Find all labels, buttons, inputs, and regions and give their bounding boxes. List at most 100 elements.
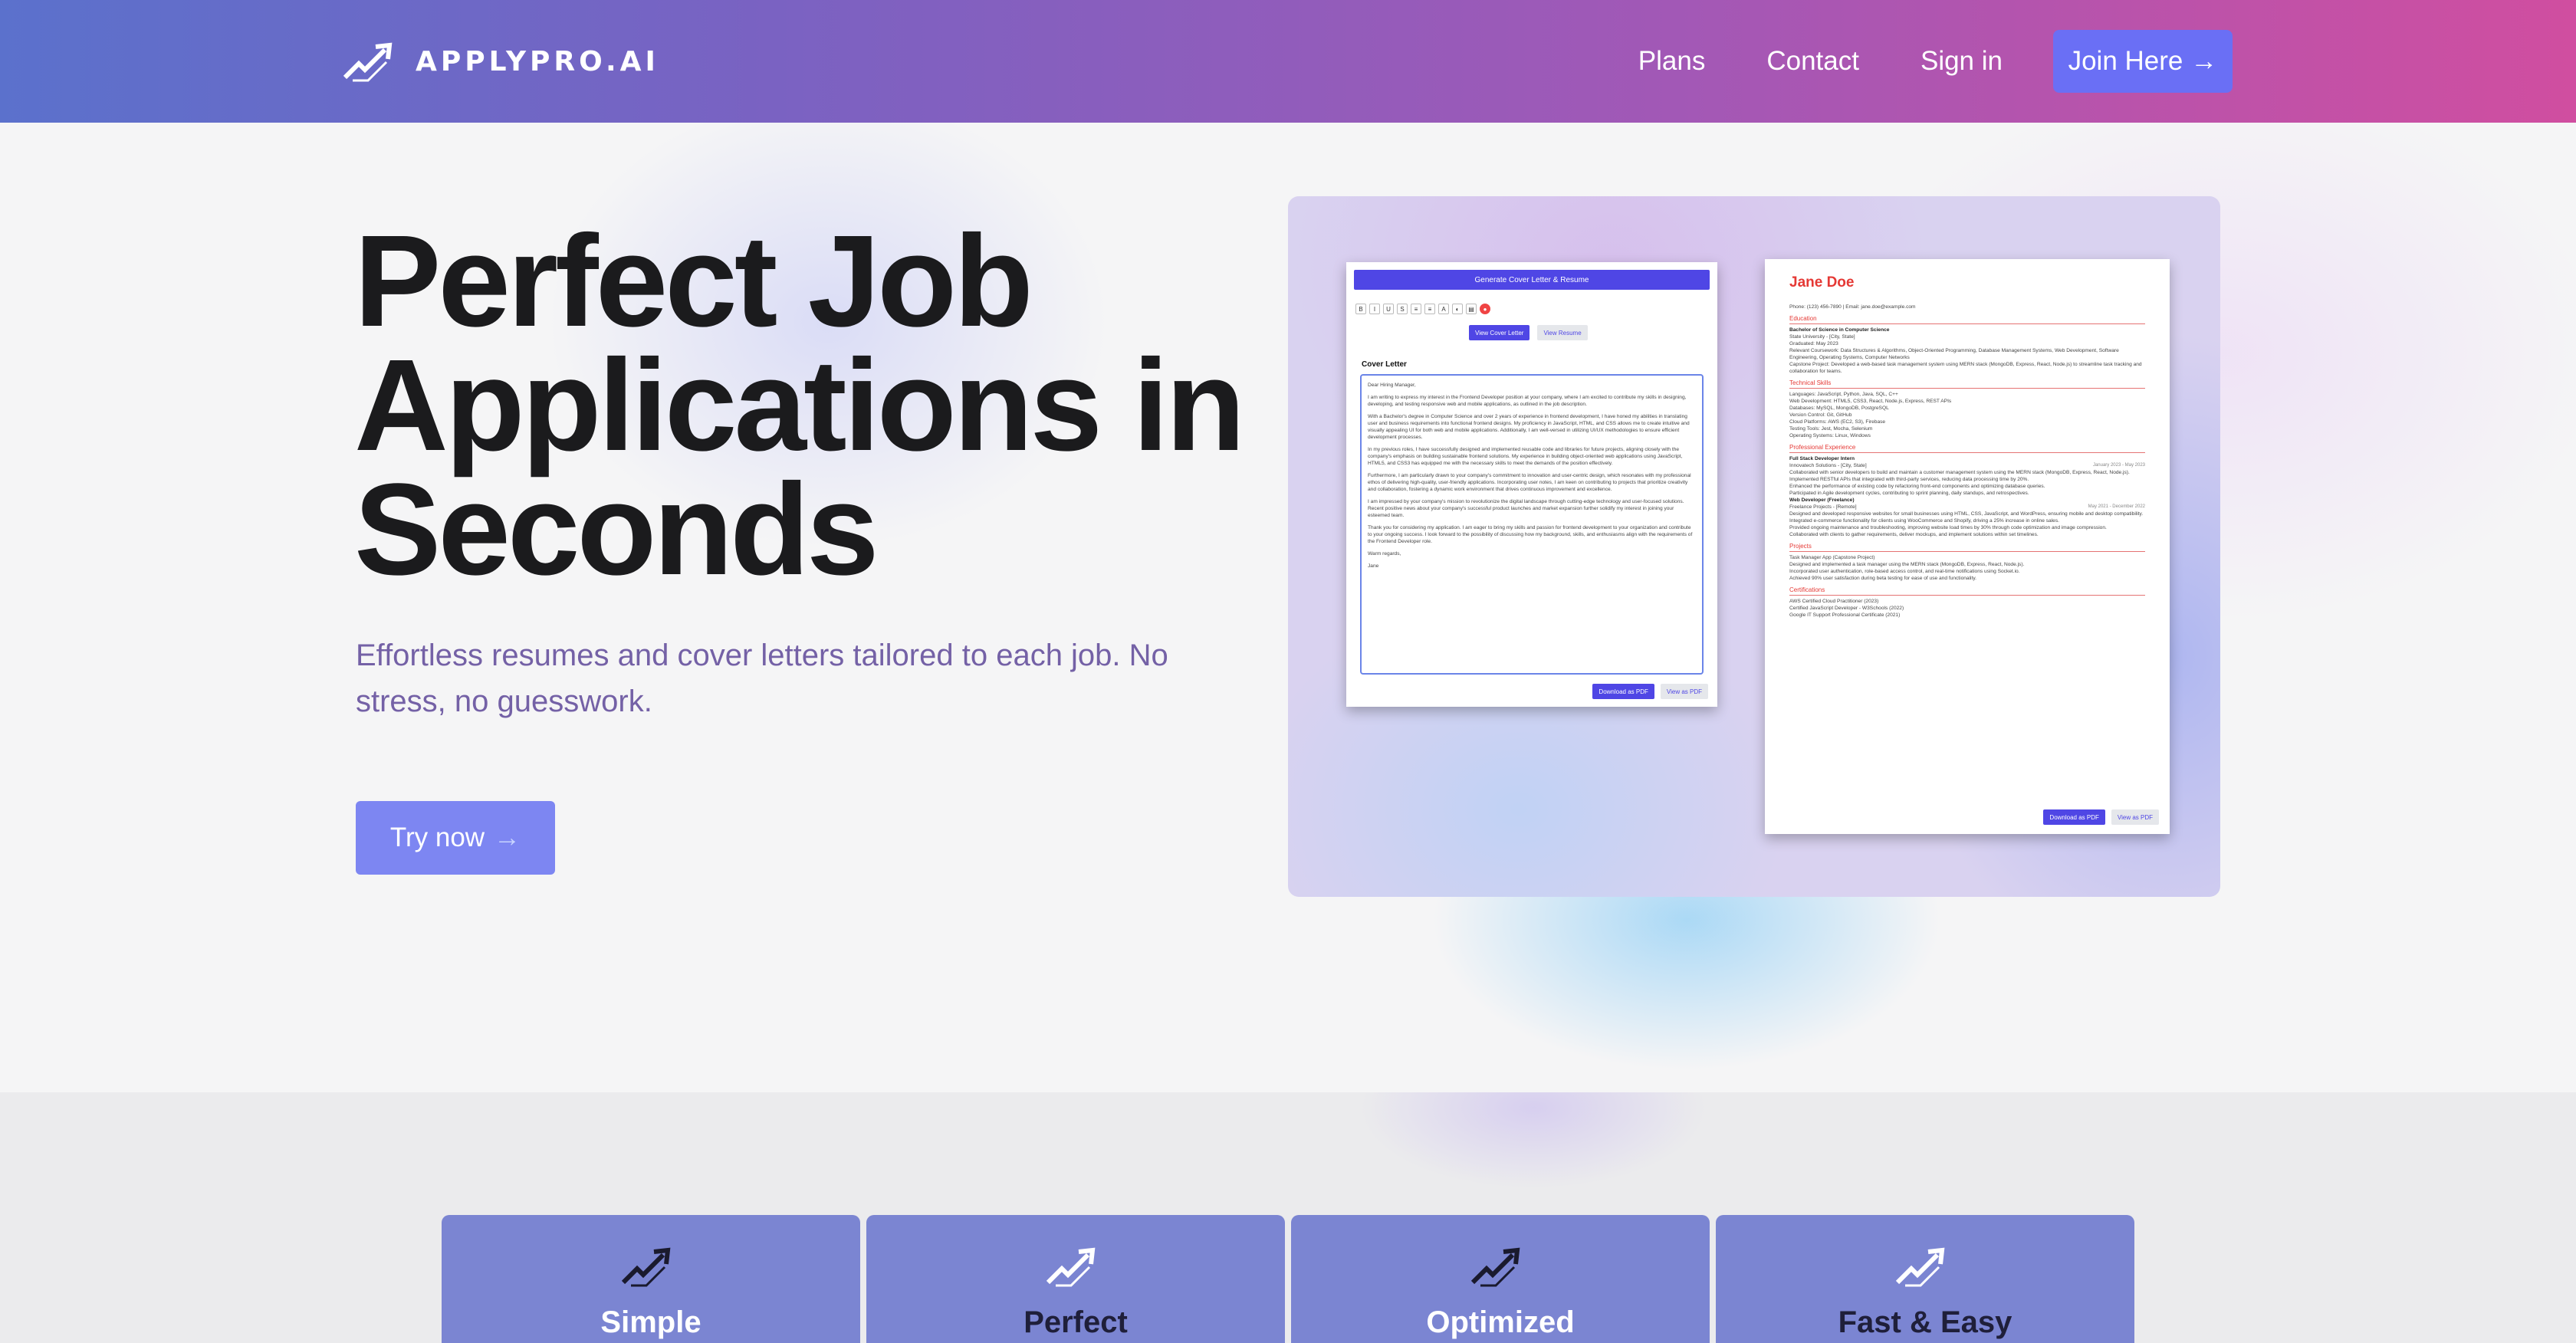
highlight-tool[interactable]: ◐ [1452, 304, 1463, 314]
download-pdf-button[interactable]: Download as PDF [1592, 684, 1654, 699]
section-title: Projects [1789, 543, 2145, 552]
resume-date: January 2023 - May 2023 [2092, 463, 2145, 468]
resume-degree: Bachelor of Science in Computer Science [1789, 327, 1890, 333]
resume-line: Google IT Support Professional Certifica… [1789, 612, 1901, 618]
resume-line: Provided ongoing maintenance and trouble… [1789, 525, 2107, 530]
resume-panel: Jane Doe Phone: (123) 456-7890 | Email: … [1765, 259, 2170, 834]
hero-section: Perfect Job Applications in Seconds Effo… [0, 123, 2576, 1092]
join-here-label: Join Here [2068, 46, 2183, 76]
font-color-tool[interactable]: A [1438, 304, 1449, 314]
resume-line: Languages: JavaScript, Python, Java, SQL… [1789, 392, 1898, 397]
resume-line: Graduated: May 2023 [1789, 341, 1838, 346]
record-icon[interactable]: ● [1480, 304, 1490, 314]
view-pdf-button[interactable]: View as PDF [2111, 809, 2159, 825]
resume-body: Phone: (123) 456-7890 | Email: jane.doe@… [1789, 304, 2145, 619]
resume-line: Designed and implemented a task manager … [1789, 562, 2025, 567]
arrow-right-icon: → [2190, 46, 2218, 76]
resume-contact: Phone: (123) 456-7890 | Email: jane.doe@… [1789, 304, 1916, 310]
nav-plans-link[interactable]: Plans [1638, 46, 1706, 77]
resume-line: Integrated e-commerce functionality for … [1789, 518, 2059, 524]
download-pdf-button[interactable]: Download as PDF [2043, 809, 2105, 825]
product-preview: Generate Cover Letter & Resume B I U S ≡… [1288, 196, 2220, 897]
resume-line: Version Control: Git, GitHub [1789, 412, 1852, 418]
resume-line: Participated in Agile development cycles… [1789, 491, 2029, 496]
resume-line: AWS Certified Cloud Practitioner (2023) [1789, 599, 1879, 604]
strike-tool[interactable]: S [1397, 304, 1408, 314]
nav-signin-link[interactable]: Sign in [1921, 46, 2003, 77]
resume-line: Web Development: HTML5, CSS3, React, Nod… [1789, 399, 1952, 404]
resume-line: Incorporated user authentication, role-b… [1789, 569, 2020, 574]
bold-tool[interactable]: B [1355, 304, 1366, 314]
align-tool[interactable]: ≡ [1424, 304, 1435, 314]
section-title: Professional Experience [1789, 444, 2145, 453]
resume-company: Innovatech Solutions - [City, State] [1789, 463, 1867, 468]
resume-line: Innovatech Solutions - [City, State] Janu… [1789, 462, 2145, 469]
section-title: Technical Skills [1789, 379, 2145, 389]
feature-title: Perfect [1024, 1305, 1128, 1339]
cl-paragraph: I am impressed by your company's mission… [1368, 499, 1684, 518]
cl-paragraph: Warm regards, [1368, 551, 1401, 557]
cl-paragraph: I am writing to express my interest in t… [1368, 395, 1687, 407]
features-section: Simple Perfect Optimized Fast & Easy [0, 1092, 2576, 1343]
cl-paragraph: With a Bachelor's degree in Computer Sci… [1368, 414, 1690, 440]
resume-line: Databases: MySQL, MongoDB, PostgreSQL [1789, 406, 1889, 411]
resume-job-title: Web Developer (Freelance) [1789, 497, 1855, 503]
tab-resume[interactable]: View Resume [1537, 325, 1588, 340]
feature-title: Optimized [1426, 1305, 1575, 1339]
cl-paragraph: Thank you for considering my application… [1368, 525, 1693, 544]
table-tool[interactable]: ▤ [1466, 304, 1477, 314]
generate-button[interactable]: Generate Cover Letter & Resume [1354, 270, 1710, 290]
underline-tool[interactable]: U [1383, 304, 1394, 314]
cover-letter-label: Cover Letter [1362, 360, 1407, 369]
cl-paragraph: Furthermore, I am particularly drawn to … [1368, 473, 1691, 492]
cover-letter-panel: Generate Cover Letter & Resume B I U S ≡… [1346, 262, 1717, 707]
cover-letter-actions: Download as PDF View as PDF [1592, 684, 1708, 699]
resume-date: May 2021 - December 2022 [2088, 504, 2145, 509]
try-now-button[interactable]: Try now → [356, 801, 555, 875]
resume-job-title: Full Stack Developer Intern [1789, 456, 1855, 461]
feature-title: Simple [600, 1305, 702, 1339]
section-title: Education [1789, 315, 2145, 324]
cl-paragraph: Jane [1368, 563, 1379, 569]
cover-letter-editor[interactable]: Dear Hiring Manager, I am writing to exp… [1360, 374, 1704, 675]
resume-line: Collaborated with clients to gather requ… [1789, 532, 2039, 537]
view-pdf-button[interactable]: View as PDF [1660, 684, 1708, 699]
nav-links: Plans Contact Sign in Join Here → [1577, 29, 2233, 94]
resume-line: Cloud Platforms: AWS (EC2, S3), Firebase [1789, 419, 1886, 425]
list-tool[interactable]: ≡ [1411, 304, 1421, 314]
resume-line: Capstone Project: Developed a web-based … [1789, 362, 2142, 374]
trend-arrow-icon [343, 42, 393, 82]
section-title: Certifications [1789, 586, 2145, 596]
tab-cover-letter[interactable]: View Cover Letter [1469, 325, 1530, 340]
logo-text: APPLYPRO.AI [416, 45, 659, 77]
resume-line: Designed and developed responsive websit… [1789, 511, 2144, 517]
cl-paragraph: Dear Hiring Manager, [1368, 383, 1416, 388]
resume-line: Certified JavaScript Developer - W3Schoo… [1789, 606, 1904, 611]
trend-arrow-icon [621, 1247, 671, 1287]
join-here-button[interactable]: Join Here → [2053, 30, 2233, 93]
resume-line: Collaborated with senior developers to b… [1789, 470, 2130, 475]
trend-arrow-icon [1470, 1247, 1520, 1287]
resume-line: Operating Systems: Linux, Windows [1789, 433, 1871, 438]
feature-card-optimized: Optimized [1291, 1215, 1710, 1343]
feature-card-fast-easy: Fast & Easy [1716, 1215, 2134, 1343]
resume-line: Achieved 90% user satisfaction during be… [1789, 576, 1976, 581]
resume-line: Enhanced the performance of existing cod… [1789, 484, 2045, 489]
italic-tool[interactable]: I [1369, 304, 1380, 314]
resume-line: State University - [City, State] [1789, 334, 1855, 340]
nav-contact-link[interactable]: Contact [1766, 46, 1859, 77]
resume-line: Task Manager App (Capstone Project) [1789, 555, 1875, 560]
try-now-label: Try now [389, 823, 485, 852]
hero-headline: Perfect Job Applications in Seconds [354, 216, 1274, 595]
resume-line: Implemented RESTful APIs that integrated… [1789, 477, 2029, 482]
resume-line: Testing Tools: Jest, Mocha, Selenium [1789, 426, 1873, 432]
resume-actions: Download as PDF View as PDF [2043, 809, 2159, 825]
resume-line: Freelance Projects - [Remote] May 2021 - … [1789, 504, 2145, 511]
brand-logo[interactable]: APPLYPRO.AI [342, 37, 659, 86]
feature-card-simple: Simple [442, 1215, 860, 1343]
editor-toolbar: B I U S ≡ ≡ A ◐ ▤ ● [1355, 304, 1490, 314]
resume-line: Relevant Coursework: Data Structures & A… [1789, 348, 2119, 360]
trend-arrow-icon [1895, 1247, 1945, 1287]
feature-title: Fast & Easy [1838, 1305, 2013, 1339]
headline-line-3: Seconds [354, 457, 879, 603]
